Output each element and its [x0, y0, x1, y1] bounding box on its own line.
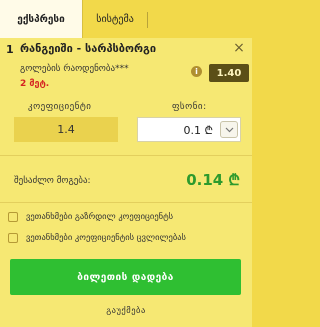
market-name: გოლების რაოდენობა*** [20, 64, 129, 74]
close-icon[interactable]: × [232, 41, 246, 55]
possible-win-label: შესაძლო მოგება: [14, 176, 91, 186]
selection-price: 2 მეტ. [20, 79, 50, 89]
stake-value[interactable]: 0.1 ₾ [184, 123, 213, 138]
match-title: რანგეიში - სარპსბორგი [20, 42, 157, 55]
bet-index: 1 [6, 43, 14, 56]
accept-higher-odds-checkbox[interactable] [8, 212, 18, 222]
bet-type-tabs: ექსპრესი სისტემა [0, 0, 252, 38]
chevron-down-icon[interactable] [220, 121, 238, 138]
tab-divider [147, 12, 148, 28]
accept-odds-change-option[interactable]: ვეთანხმები კოეფიციენტის ცვლილებას [8, 231, 186, 245]
divider [0, 155, 252, 156]
place-bet-button[interactable]: ბილეთის დადება [10, 259, 241, 295]
stake-input[interactable]: 0.1 ₾ [137, 117, 241, 142]
accept-higher-odds-option[interactable]: ვეთანხმები გაზრდილ კოეფიციენტს [8, 210, 173, 224]
divider [0, 202, 252, 203]
accept-odds-change-checkbox[interactable] [8, 233, 18, 243]
accept-higher-odds-label: ვეთანხმები გაზრდილ კოეფიციენტს [26, 212, 174, 222]
info-icon[interactable]: i [191, 66, 202, 77]
stake-label: ფსონი: [172, 102, 207, 112]
clear-button[interactable]: გაუქმება [0, 306, 252, 316]
odds-badge: 1.40 [209, 64, 249, 82]
accept-odds-change-label: ვეთანხმები კოეფიციენტის ცვლილებას [26, 233, 186, 243]
coefficient-label: კოეფიციენტი [28, 102, 92, 112]
tab-system[interactable]: სისტემა [83, 0, 147, 38]
possible-win-value: 0.14 ₾ [186, 171, 240, 189]
tab-express[interactable]: ექსპრესი [0, 0, 83, 38]
coefficient-field: 1.4 [14, 117, 118, 142]
